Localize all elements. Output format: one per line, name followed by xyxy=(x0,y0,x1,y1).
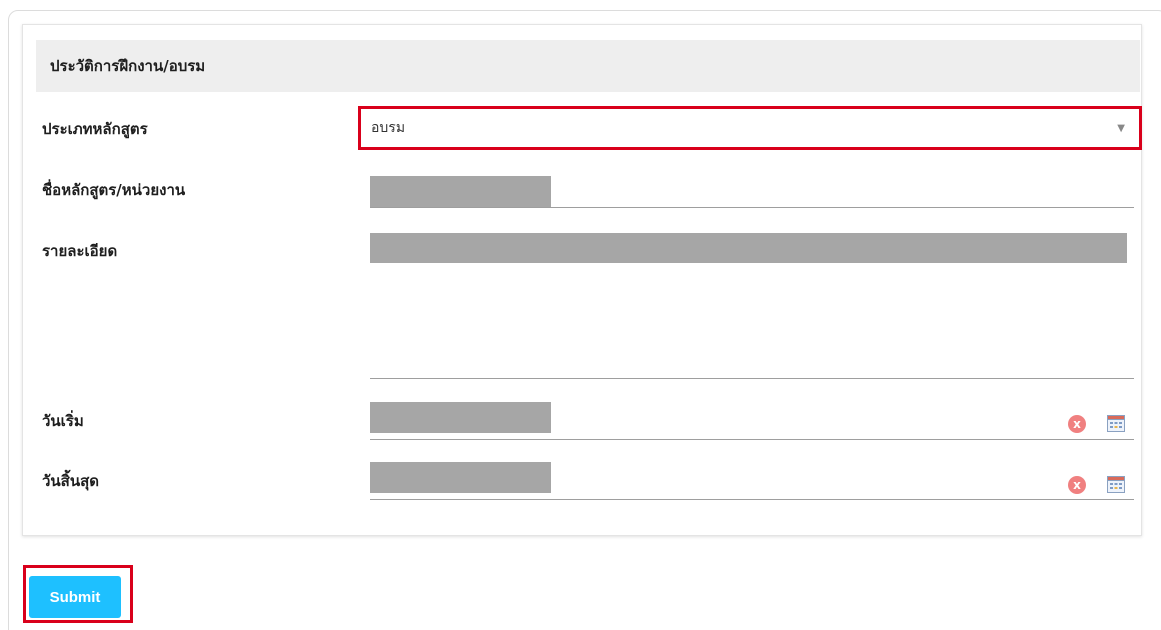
course-name-input[interactable] xyxy=(370,176,551,207)
end-date-input[interactable] xyxy=(370,462,551,493)
details-underline xyxy=(370,378,1134,379)
end-date-label: วันสิ้นสุด xyxy=(42,472,99,490)
calendar-icon[interactable] xyxy=(1107,415,1125,432)
x-circle-icon[interactable]: x xyxy=(1068,415,1086,433)
details-label: รายละเอียด xyxy=(42,242,118,260)
course-type-select[interactable]: อบรม ▼ xyxy=(358,106,1142,150)
page: ประวัติการฝึกงาน/อบรม ประเภทหลักสูตร อบร… xyxy=(0,0,1161,630)
start-date-underline xyxy=(370,439,1134,440)
start-date-label: วันเริ่ม xyxy=(42,412,84,430)
form-panel xyxy=(22,24,1142,536)
end-date-underline xyxy=(370,499,1134,500)
course-type-value: อบรม xyxy=(371,120,406,136)
section-title: ประวัติการฝึกงาน/อบรม xyxy=(50,57,206,75)
course-type-label: ประเภทหลักสูตร xyxy=(42,120,148,138)
chevron-down-icon[interactable]: ▼ xyxy=(1117,123,1125,134)
details-textarea[interactable] xyxy=(370,233,1127,263)
submit-button[interactable]: Submit xyxy=(29,576,121,618)
start-date-input[interactable] xyxy=(370,402,551,433)
section-header: ประวัติการฝึกงาน/อบรม xyxy=(36,40,1140,92)
course-name-label: ชื่อหลักสูตร/หน่วยงาน xyxy=(42,181,186,199)
course-name-underline xyxy=(370,207,1134,208)
x-circle-icon[interactable]: x xyxy=(1068,476,1086,494)
calendar-icon[interactable] xyxy=(1107,476,1125,493)
